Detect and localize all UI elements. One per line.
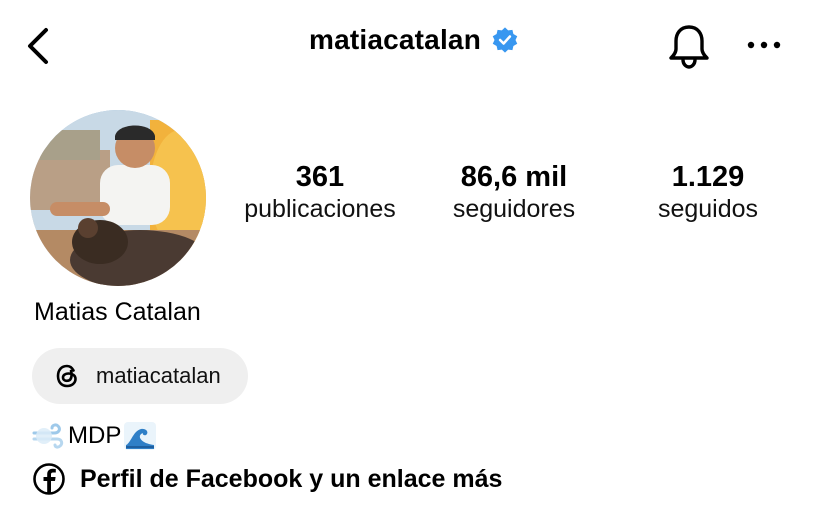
profile-username: matiacatalan xyxy=(308,24,482,55)
links-text: Perfil de Facebook y un enlace más xyxy=(80,464,503,493)
instagram-profile-page: matiacatalan 361 publicaciones 86,6 mil … xyxy=(0,0,828,509)
profile-links[interactable]: Perfil de Facebook y un enlace más xyxy=(32,462,502,496)
more-options-button[interactable] xyxy=(744,30,784,60)
notifications-button[interactable] xyxy=(666,22,712,70)
profile-full-name: Matias Catalan xyxy=(34,298,201,326)
posts-stat[interactable]: 361 publicaciones xyxy=(226,160,414,224)
profile-bio: MDP xyxy=(32,420,157,452)
following-label: seguidos xyxy=(657,195,759,223)
facebook-icon xyxy=(33,463,65,495)
verified-badge-icon xyxy=(492,27,518,53)
wave-emoji-icon xyxy=(124,422,157,450)
followers-count: 86,6 mil xyxy=(460,161,568,193)
wind-emoji-icon xyxy=(32,423,64,449)
threads-handle: matiacatalan xyxy=(96,363,221,388)
threads-icon xyxy=(56,364,77,388)
posts-count: 361 xyxy=(295,161,345,193)
bio-text: MDP xyxy=(68,422,122,449)
more-dots-icon xyxy=(747,41,781,49)
avatar-photo xyxy=(30,110,206,286)
followers-label: seguidores xyxy=(452,195,576,223)
following-stat[interactable]: 1.129 seguidos xyxy=(630,160,786,224)
following-count: 1.129 xyxy=(671,161,745,193)
posts-label: publicaciones xyxy=(244,195,396,223)
followers-stat[interactable]: 86,6 mil seguidores xyxy=(428,160,600,224)
profile-header: matiacatalan xyxy=(0,0,828,92)
profile-avatar[interactable] xyxy=(30,110,206,286)
bell-icon xyxy=(669,25,709,69)
threads-link-chip[interactable]: matiacatalan xyxy=(32,348,248,404)
